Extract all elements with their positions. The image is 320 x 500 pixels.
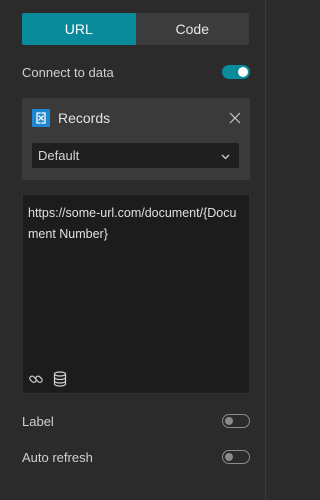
link-icon[interactable]: [28, 371, 44, 387]
toggle-knob: [225, 452, 233, 461]
connect-to-data-row: Connect to data: [22, 62, 250, 82]
records-icon: [32, 109, 50, 127]
label-setting-label: Label: [22, 413, 54, 429]
toggle-knob: [238, 67, 248, 77]
code-tab[interactable]: Code: [135, 13, 249, 45]
label-toggle[interactable]: [222, 414, 250, 428]
data-source-card: Records Default: [22, 98, 250, 180]
auto-refresh-row: Auto refresh: [22, 447, 250, 467]
url-editor[interactable]: https://some-url.com/document/{Document …: [22, 194, 250, 394]
mode-segmented-control: URL Code: [22, 13, 249, 45]
data-source-header: Records: [32, 108, 242, 128]
database-icon[interactable]: [52, 371, 68, 387]
editor-toolbar: [28, 371, 68, 387]
panel-divider: [265, 0, 266, 500]
toggle-knob: [225, 416, 233, 425]
label-setting-row: Label: [22, 411, 250, 431]
url-tab[interactable]: URL: [22, 13, 136, 45]
settings-panel: URL Code Connect to data Records Default: [0, 0, 266, 500]
connect-to-data-label: Connect to data: [22, 64, 114, 80]
connect-to-data-toggle[interactable]: [222, 65, 250, 79]
auto-refresh-toggle[interactable]: [222, 450, 250, 464]
data-source-name: Records: [58, 110, 111, 126]
remove-source-close-icon[interactable]: [228, 111, 242, 125]
url-editor-text[interactable]: https://some-url.com/document/{Document …: [28, 203, 243, 245]
view-select-value: Default: [38, 148, 80, 163]
auto-refresh-label: Auto refresh: [22, 449, 93, 465]
chevron-down-icon: [221, 148, 230, 163]
view-select[interactable]: Default: [32, 143, 239, 168]
